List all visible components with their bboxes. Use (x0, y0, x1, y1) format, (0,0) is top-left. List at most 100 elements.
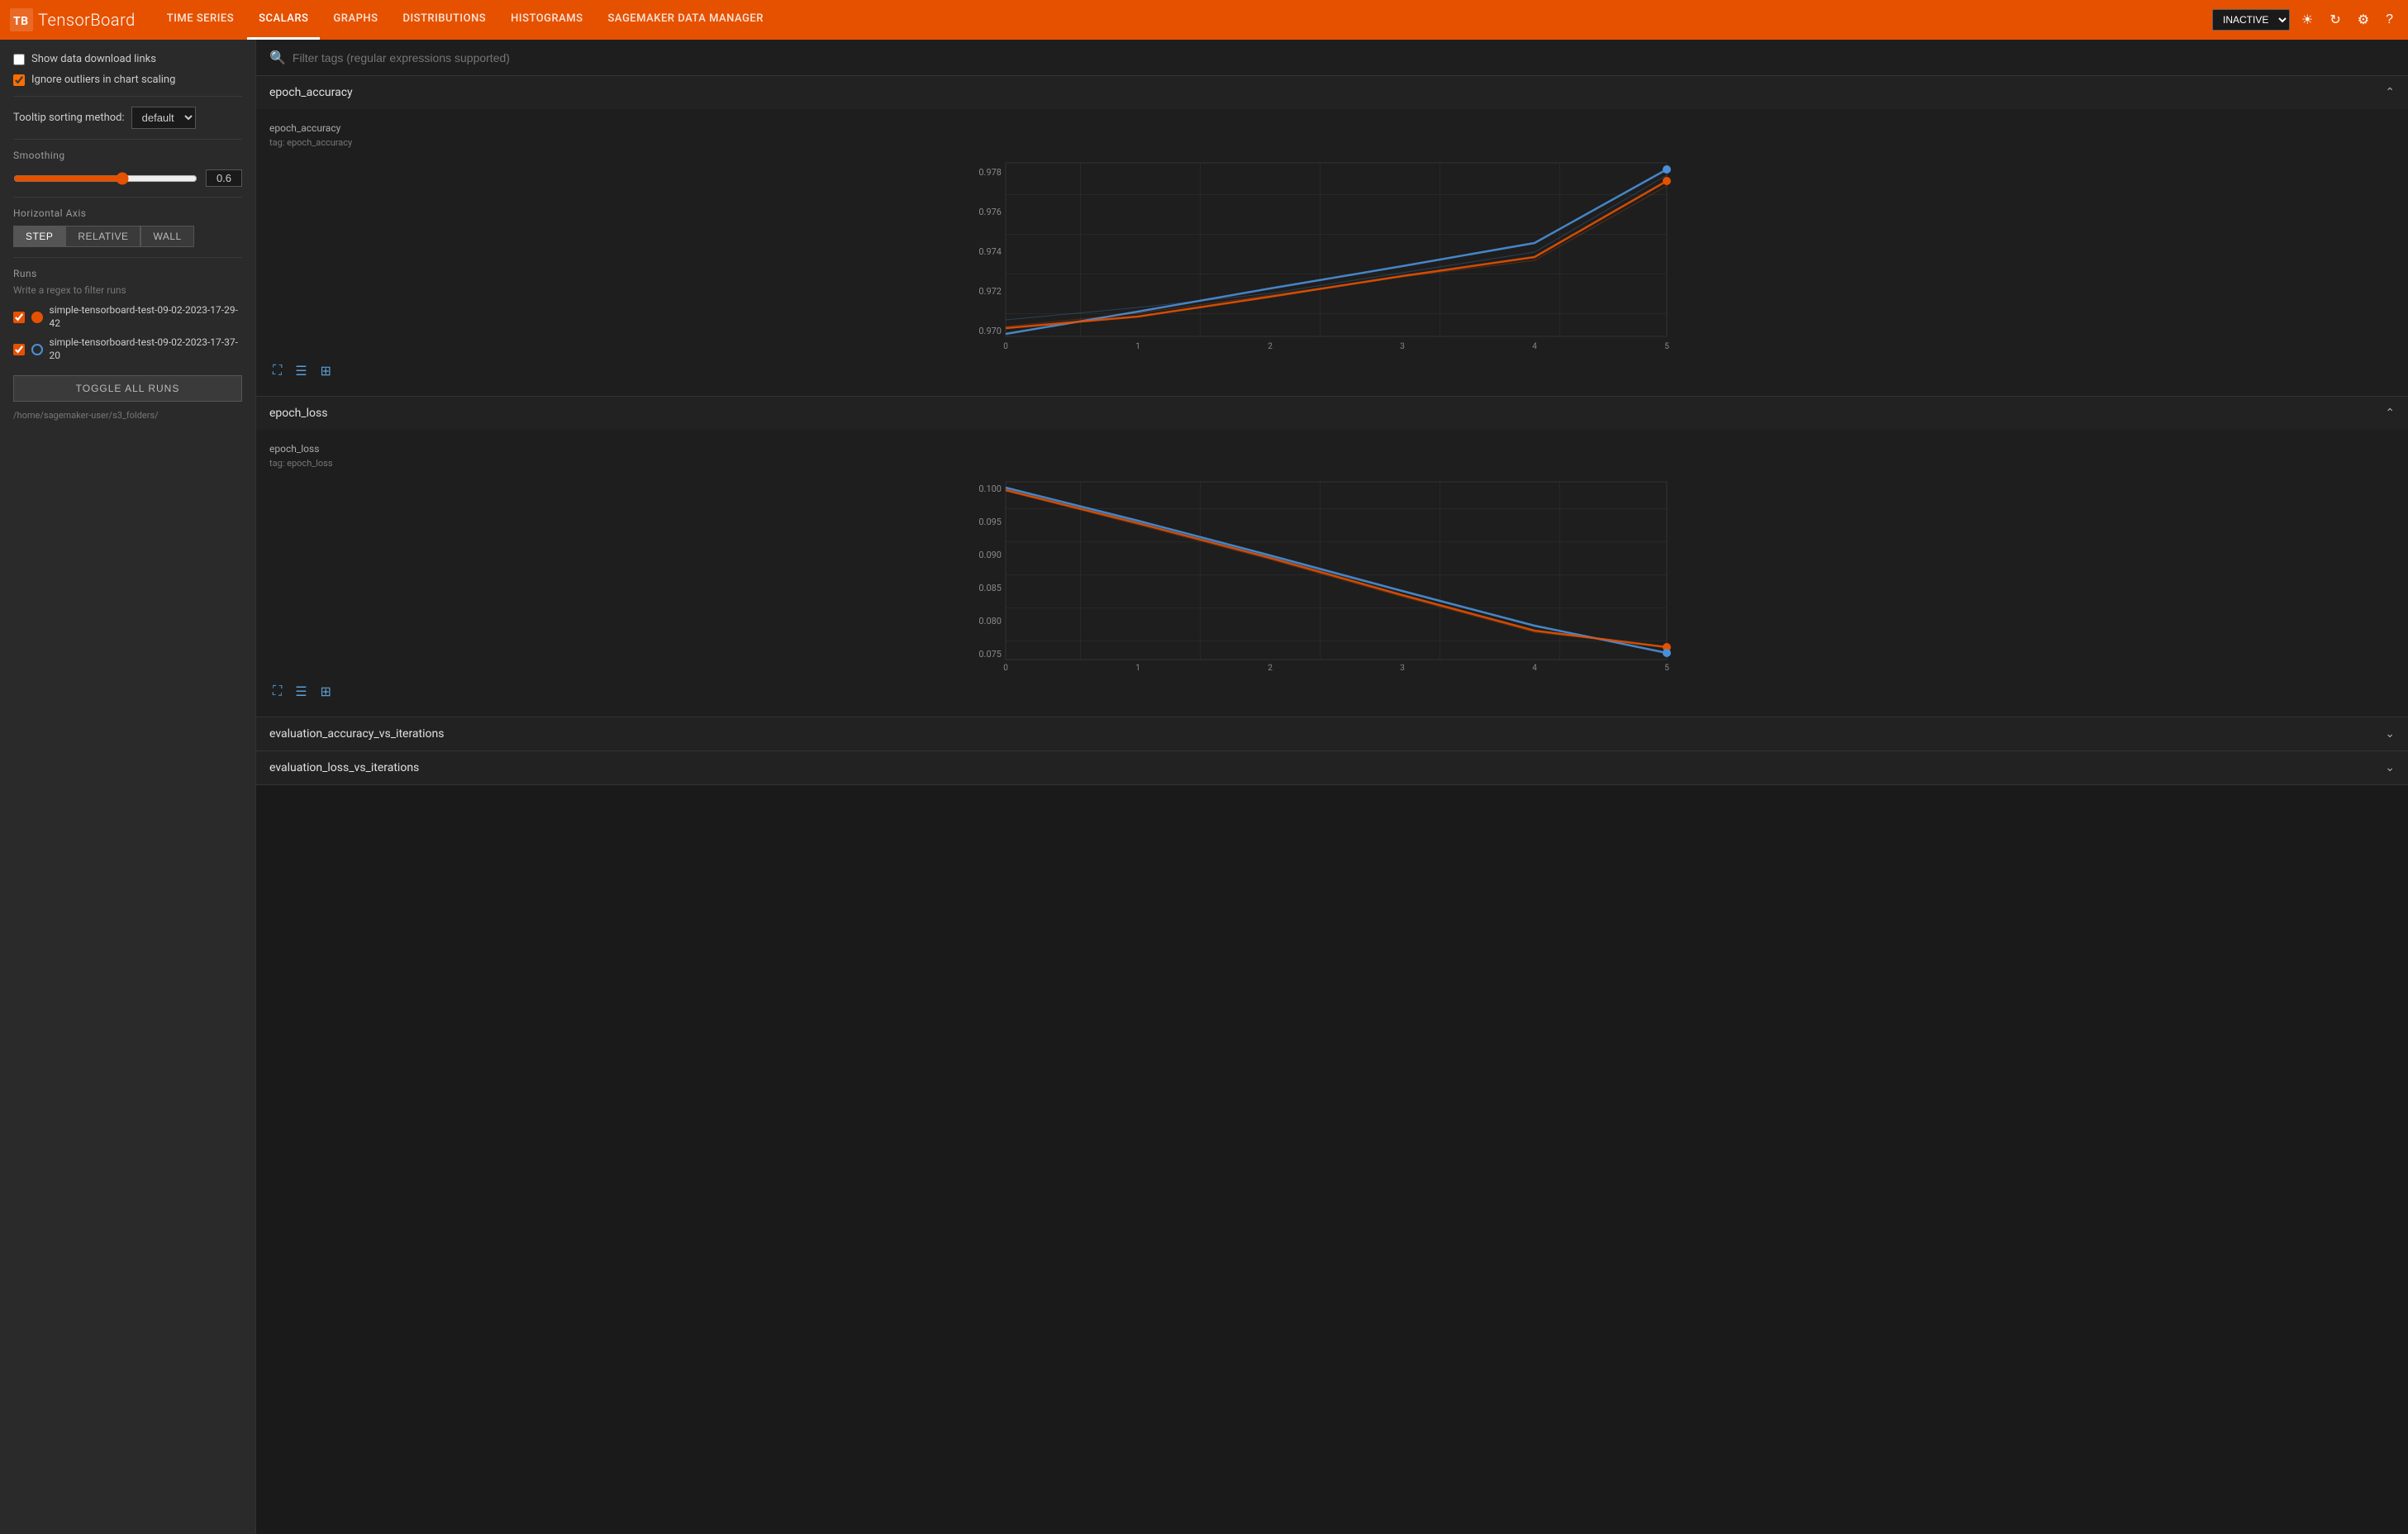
ignore-outliers-label: Ignore outliers in chart scaling (31, 74, 175, 86)
nav-distributions[interactable]: DISTRIBUTIONS (391, 0, 497, 40)
svg-text:4: 4 (1532, 664, 1537, 673)
eval-loss-title: evaluation_loss_vs_iterations (269, 761, 419, 774)
svg-text:0.970: 0.970 (978, 326, 1002, 336)
run-checkbox-2[interactable] (13, 344, 25, 355)
logo: TB TensorBoard (10, 8, 136, 31)
run-name-1: simple-tensorboard-test-09-02-2023-17-29… (50, 304, 242, 330)
horiz-axis-label: Horizontal Axis (13, 207, 242, 219)
run-checkbox-1[interactable] (13, 312, 25, 323)
toggle-all-runs-button[interactable]: TOGGLE ALL RUNS (13, 375, 242, 402)
show-download-label: Show data download links (31, 53, 156, 65)
epoch-loss-body: epoch_loss tag: epoch_loss 0.100 0.095 (256, 430, 2408, 717)
epoch-loss-actions: ⛶ ☰ ⊞ (269, 680, 2395, 703)
epoch-accuracy-title: epoch_accuracy (269, 86, 353, 99)
epoch-loss-image-btn[interactable]: ⊞ (317, 680, 335, 703)
sidebar: Show data download links Ignore outliers… (0, 40, 256, 1534)
eval-loss-header[interactable]: evaluation_loss_vs_iterations ⌄ (256, 751, 2408, 784)
run-color-dot-1 (31, 312, 43, 323)
axis-relative-button[interactable]: RELATIVE (65, 226, 140, 247)
svg-text:0.100: 0.100 (978, 484, 1002, 494)
tooltip-sort-row: Tooltip sorting method: default (13, 107, 242, 129)
status-select[interactable]: INACTIVE (2212, 9, 2290, 31)
runs-label: Runs (13, 268, 242, 279)
smoothing-slider[interactable] (13, 172, 197, 185)
svg-text:5: 5 (1664, 342, 1669, 351)
svg-text:0.978: 0.978 (978, 167, 1002, 178)
epoch-loss-inner-subtitle: tag: epoch_loss (269, 458, 2395, 469)
run-item-1[interactable]: simple-tensorboard-test-09-02-2023-17-29… (13, 304, 242, 330)
nav-graphs[interactable]: GRAPHS (321, 0, 389, 40)
epoch-loss-data-btn[interactable]: ☰ (292, 680, 310, 703)
epoch-accuracy-inner-subtitle: tag: epoch_accuracy (269, 137, 2395, 148)
svg-text:0.974: 0.974 (978, 246, 1002, 257)
svg-text:1: 1 (1135, 664, 1140, 673)
eval-loss-chevron: ⌄ (2385, 761, 2395, 774)
brightness-button[interactable]: ☀ (2296, 7, 2318, 33)
svg-text:0.095: 0.095 (978, 517, 1002, 527)
top-navigation: TB TensorBoard TIME SERIES SCALARS GRAPH… (0, 0, 2408, 40)
epoch-accuracy-chevron: ⌃ (2385, 86, 2395, 99)
show-download-checkbox-row[interactable]: Show data download links (13, 53, 242, 65)
refresh-button[interactable]: ↻ (2325, 7, 2345, 33)
epoch-loss-title: epoch_loss (269, 407, 327, 420)
svg-text:0: 0 (1003, 342, 1008, 351)
nav-sagemaker[interactable]: SAGEMAKER DATA MANAGER (597, 0, 775, 40)
filter-runs-label: Write a regex to filter runs (13, 284, 242, 296)
main-layout: Show data download links Ignore outliers… (0, 40, 2408, 1534)
main-content: 🔍 epoch_accuracy ⌃ epoch_accuracy tag: e… (256, 40, 2408, 1534)
svg-text:0.080: 0.080 (978, 616, 1002, 626)
run-color-dot-2 (31, 344, 43, 355)
ignore-outliers-checkbox[interactable] (13, 74, 25, 86)
svg-text:0.090: 0.090 (978, 550, 1002, 560)
epoch-accuracy-image-btn[interactable]: ⊞ (317, 360, 335, 383)
smoothing-row (13, 169, 242, 187)
tooltip-sort-label: Tooltip sorting method: (13, 112, 125, 124)
nav-time-series[interactable]: TIME SERIES (155, 0, 245, 40)
nav-histograms[interactable]: HISTOGRAMS (499, 0, 594, 40)
svg-text:0: 0 (1003, 664, 1008, 673)
settings-button[interactable]: ⚙ (2353, 7, 2374, 33)
epoch-loss-inner-title: epoch_loss (269, 443, 2395, 455)
run-name-2: simple-tensorboard-test-09-02-2023-17-37… (50, 336, 242, 362)
svg-text:1: 1 (1135, 342, 1140, 351)
epoch-accuracy-data-btn[interactable]: ☰ (292, 360, 310, 383)
epoch-loss-chevron: ⌃ (2385, 407, 2395, 420)
search-icon: 🔍 (269, 50, 286, 65)
axis-step-button[interactable]: STEP (13, 226, 65, 247)
svg-text:2: 2 (1268, 342, 1273, 351)
eval-accuracy-title: evaluation_accuracy_vs_iterations (269, 727, 444, 741)
nav-scalars[interactable]: SCALARS (247, 0, 320, 40)
eval-accuracy-header[interactable]: evaluation_accuracy_vs_iterations ⌄ (256, 717, 2408, 750)
show-download-checkbox[interactable] (13, 54, 25, 65)
epoch-accuracy-inner-title: epoch_accuracy (269, 122, 2395, 134)
epoch-loss-svg: 0.100 0.095 0.090 0.085 0.080 0.075 0 1 … (269, 475, 2395, 674)
epoch-accuracy-header[interactable]: epoch_accuracy ⌃ (256, 76, 2408, 109)
epoch-accuracy-body: epoch_accuracy tag: epoch_accuracy 0.978… (256, 109, 2408, 396)
filter-input[interactable] (293, 51, 2395, 64)
epoch-accuracy-expand-btn[interactable]: ⛶ (269, 360, 285, 383)
eval-accuracy-chevron: ⌄ (2385, 727, 2395, 741)
nav-links: TIME SERIES SCALARS GRAPHS DISTRIBUTIONS… (155, 0, 775, 40)
svg-text:4: 4 (1532, 342, 1537, 351)
epoch-accuracy-actions: ⛶ ☰ ⊞ (269, 360, 2395, 383)
epoch-accuracy-chart: 0.978 0.976 0.974 0.972 0.970 0 1 2 3 4 (269, 155, 2395, 353)
smoothing-value-input[interactable] (206, 169, 242, 187)
axis-buttons: STEP RELATIVE WALL (13, 226, 242, 247)
svg-text:3: 3 (1400, 342, 1405, 351)
axis-wall-button[interactable]: WALL (140, 226, 193, 247)
folder-path: /home/sagemaker-user/s3_folders/ (13, 410, 242, 421)
svg-text:0.085: 0.085 (978, 583, 1002, 593)
svg-text:3: 3 (1400, 664, 1405, 673)
epoch-loss-header[interactable]: epoch_loss ⌃ (256, 397, 2408, 430)
run-item-2[interactable]: simple-tensorboard-test-09-02-2023-17-37… (13, 336, 242, 362)
epoch-loss-section: epoch_loss ⌃ epoch_loss tag: epoch_loss (256, 397, 2408, 717)
help-button[interactable]: ? (2381, 7, 2398, 32)
epoch-loss-expand-btn[interactable]: ⛶ (269, 680, 285, 703)
svg-text:0.972: 0.972 (978, 286, 1002, 297)
filter-bar: 🔍 (256, 40, 2408, 76)
epoch-loss-chart: 0.100 0.095 0.090 0.085 0.080 0.075 0 1 … (269, 475, 2395, 674)
smoothing-section-label: Smoothing (13, 150, 242, 161)
ignore-outliers-checkbox-row[interactable]: Ignore outliers in chart scaling (13, 74, 242, 86)
svg-text:TB: TB (13, 15, 29, 28)
tooltip-sort-select[interactable]: default (131, 107, 196, 129)
